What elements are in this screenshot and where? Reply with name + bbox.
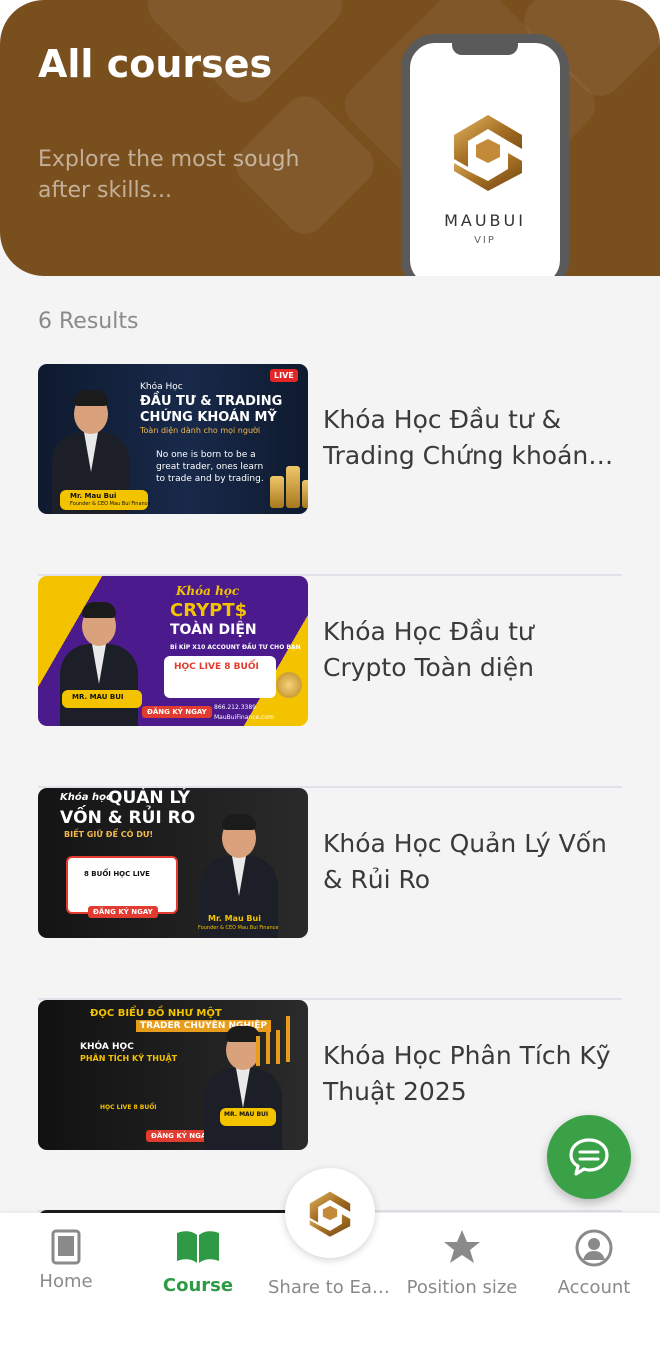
thumb-kicker: Khóa học [176, 584, 240, 598]
book-open-icon [177, 1231, 219, 1263]
thumb-headline: ĐỌC BIỂU ĐỒ NHƯ MỘT [90, 1008, 222, 1019]
phone-mockup: MAUBUI VIP [401, 34, 569, 276]
thumb-presenter: Mr. Mau Bui [208, 914, 261, 923]
header-banner: All courses Explore the most sough after… [0, 0, 660, 276]
thumb-headline: QUẢN LÝ [108, 788, 191, 808]
phone-notch [452, 41, 518, 55]
brand-name: MAUBUI [444, 211, 526, 230]
nav-share-label: Share to Earn [268, 1277, 391, 1298]
course-thumbnail: Khóa Học LIVE ĐẦU TƯ & TRADING CHỨNG KHO… [38, 364, 308, 514]
presenter-plate: MR. MAU BUI [220, 1108, 276, 1126]
thumb-live: HỌC LIVE 8 BUỔI [100, 1104, 157, 1111]
live-panel: HỌC LIVE 8 BUỔI [164, 656, 276, 698]
thumb-quote: great trader, ones learn [156, 462, 264, 472]
nav-position-label: Position size [406, 1277, 518, 1298]
nav-course[interactable]: Course [132, 1213, 264, 1333]
thumb-site: MauBuiFinance.com [214, 714, 274, 721]
page-title: All courses [38, 42, 273, 86]
course-thumbnail: Khóa học QUẢN LÝ VỐN & RỦI RO BIẾT GIỮ Đ… [38, 788, 308, 938]
thumb-kicker: Khóa Học [140, 382, 183, 392]
presenter-plate: Mr. Mau Bui Founder & CEO Mau Bui Financ… [60, 490, 151, 510]
nav-home[interactable]: Home [0, 1213, 132, 1333]
chat-button[interactable] [547, 1115, 631, 1199]
thumb-tagline: Toàn diện dành cho mọi người [140, 426, 261, 435]
maubui-logo-icon [309, 1191, 351, 1237]
book-closed-icon [51, 1229, 81, 1265]
thumb-headline: ĐẦU TƯ & TRADING [140, 394, 283, 409]
screen: All courses Explore the most sough after… [0, 0, 660, 1359]
course-title[interactable]: Khóa Học Đầu tư & Trading Chứng khoán Mỹ [323, 402, 623, 474]
share-to-earn-button[interactable] [285, 1168, 375, 1258]
thumb-kicker: Khóa học [60, 792, 112, 803]
thumb-headline: CHỨNG KHOÁN MỸ [140, 410, 277, 425]
course-item[interactable]: Khóa học QUẢN LÝ VỐN & RỦI RO BIẾT GIỮ Đ… [38, 788, 622, 1000]
thumb-phone: 866.212.3389 [214, 704, 256, 711]
brand-tier: VIP [474, 235, 496, 246]
course-title[interactable]: Khóa Học Đầu tư Crypto Toàn diện [323, 614, 623, 686]
thumb-role: Founder & CEO Mau Bui Finance [198, 925, 279, 931]
nav-position-size[interactable]: Position size [396, 1213, 528, 1333]
course-item[interactable]: MR. MAU BUI Khóa học CRYPT$ TOÀN DIỆN BÍ… [38, 576, 622, 788]
star-icon [444, 1230, 480, 1263]
thumb-quote: to trade and by trading. [156, 474, 264, 484]
presenter-plate: MR. MAU BUI [62, 690, 142, 708]
chat-icon [569, 1138, 609, 1176]
live-badge: LIVE [270, 369, 298, 382]
nav-course-label: Course [162, 1275, 234, 1296]
page-subtitle: Explore the most sough after skills... [38, 147, 300, 203]
thumb-tagline: PHÂN TÍCH KỸ THUẬT [80, 1054, 178, 1063]
nav-account-label: Account [557, 1277, 631, 1298]
course-list: Khóa Học LIVE ĐẦU TƯ & TRADING CHỨNG KHO… [38, 364, 622, 1212]
thumb-quote: No one is born to be a [156, 450, 256, 460]
coin-icon [276, 672, 302, 698]
chart-decor-icon [256, 1016, 290, 1066]
thumb-cta: ĐĂNG KÝ NGAY [88, 906, 158, 918]
nav-account[interactable]: Account [528, 1213, 660, 1333]
course-title[interactable]: Khóa Học Phân Tích Kỹ Thuật 2025 [323, 1038, 623, 1110]
course-thumbnail: ĐỌC BIỂU ĐỒ NHƯ MỘT TRADER CHUYÊN NGHIỆP… [38, 1000, 308, 1150]
nav-home-label: Home [39, 1271, 93, 1292]
thumb-headline: CRYPT$ [170, 600, 248, 621]
course-title[interactable]: Khóa Học Quản Lý Vốn & Rủi Ro [323, 826, 623, 898]
thumb-tagline: BIẾT GIỮ ĐỂ CÓ DƯ! [64, 830, 154, 839]
maubui-logo-icon [454, 115, 522, 191]
thumb-cta: ĐĂNG KÝ NGAY [142, 706, 212, 718]
results-count: 6 Results [38, 309, 139, 334]
user-avatar-icon [575, 1229, 613, 1267]
thumb-headline: TOÀN DIỆN [170, 622, 257, 638]
thumb-kicker: KHÓA HỌC [80, 1042, 134, 1052]
course-thumbnail: MR. MAU BUI Khóa học CRYPT$ TOÀN DIỆN BÍ… [38, 576, 308, 726]
course-item[interactable]: Khóa Học LIVE ĐẦU TƯ & TRADING CHỨNG KHO… [38, 364, 622, 576]
thumb-tagline: BÍ KÍP X10 ACCOUNT ĐẦU TƯ CHO BẠN [170, 644, 301, 651]
thumb-headline: VỐN & RỦI RO [60, 808, 196, 828]
